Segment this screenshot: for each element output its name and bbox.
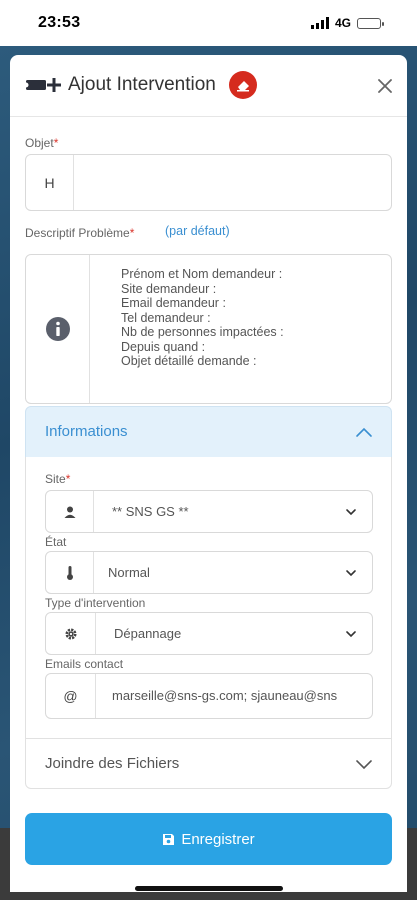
- desc-line: Email demandeur :: [121, 296, 226, 310]
- ticket-add-icon: [25, 78, 61, 92]
- signal-icon: [310, 17, 329, 29]
- add-intervention-modal: Ajout Intervention Objet* H Descriptif P…: [10, 55, 407, 892]
- required-mark: *: [65, 472, 71, 486]
- objet-field[interactable]: H: [25, 154, 392, 211]
- descriptif-textarea[interactable]: Prénom et Nom demandeur : Site demandeur…: [25, 254, 392, 404]
- info-icon: [45, 317, 70, 341]
- status-time: 23:53: [38, 14, 81, 31]
- chevron-down-icon: [356, 760, 372, 770]
- objet-label: Objet*: [25, 136, 59, 150]
- user-icon: [46, 491, 94, 532]
- gear-icon: [46, 613, 96, 654]
- type-select[interactable]: Dépannage: [45, 612, 373, 655]
- save-button[interactable]: Enregistrer: [25, 813, 392, 865]
- descriptif-label: Descriptif Problème*: [25, 226, 135, 240]
- modal-title: Ajout Intervention: [68, 74, 216, 95]
- etat-label: État: [45, 535, 67, 549]
- desc-line: Prénom et Nom demandeur :: [121, 267, 283, 281]
- chevron-down-icon: [346, 509, 356, 516]
- network-type: 4G: [334, 16, 351, 30]
- descriptif-text[interactable]: Prénom et Nom demandeur : Site demandeur…: [121, 267, 284, 369]
- status-bar: 23:53 4G: [0, 0, 417, 46]
- emails-input[interactable]: marseille@sns-gs.com; sjauneau@sns: [112, 688, 370, 703]
- required-mark: *: [53, 136, 59, 150]
- desc-line: Depuis quand :: [121, 339, 206, 354]
- desc-line: Site demandeur :: [121, 281, 217, 296]
- site-label: Site*: [45, 472, 71, 486]
- modal-header: Ajout Intervention: [10, 55, 407, 117]
- required-mark: *: [129, 226, 135, 240]
- close-icon[interactable]: [374, 75, 396, 97]
- chevron-down-icon: [346, 570, 356, 577]
- emails-label: Emails contact: [45, 657, 124, 671]
- desc-line: Tel demandeur :: [121, 310, 211, 325]
- chevron-down-icon: [346, 631, 356, 638]
- attach-files-label: Joindre des Fichiers: [45, 755, 180, 772]
- save-icon: [163, 833, 175, 845]
- etat-value: Normal: [108, 565, 150, 580]
- eraser-icon[interactable]: [229, 71, 257, 99]
- site-value: ** SNS GS **: [112, 504, 189, 519]
- thermometer-icon: [46, 552, 94, 593]
- battery-icon: [357, 17, 384, 29]
- emails-field[interactable]: @ marseille@sns-gs.com; sjauneau@sns: [45, 673, 373, 719]
- informations-section-body: Site* ** SNS GS ** État Normal Type d'in…: [25, 457, 392, 738]
- at-icon: @: [46, 674, 96, 718]
- status-indicators: 4G: [310, 16, 384, 30]
- informations-section-header[interactable]: Informations: [25, 406, 392, 458]
- etat-select[interactable]: Normal: [45, 551, 373, 594]
- home-indicator[interactable]: [135, 886, 283, 891]
- default-template-link[interactable]: (par défaut): [165, 224, 230, 238]
- attach-files-section[interactable]: Joindre des Fichiers: [25, 738, 392, 789]
- type-label: Type d'intervention: [45, 596, 146, 610]
- heading-glyph: H: [44, 174, 55, 191]
- desc-line: Objet détaillé demande :: [121, 354, 257, 368]
- informations-title: Informations: [45, 423, 128, 440]
- type-value: Dépannage: [114, 626, 182, 641]
- save-button-label: Enregistrer: [181, 830, 255, 848]
- chevron-up-icon: [356, 427, 372, 437]
- descriptif-addon: [26, 255, 90, 403]
- site-select[interactable]: ** SNS GS **: [45, 490, 373, 533]
- desc-line: Nb de personnes impactées :: [121, 325, 284, 339]
- heading-icon: H: [26, 155, 74, 210]
